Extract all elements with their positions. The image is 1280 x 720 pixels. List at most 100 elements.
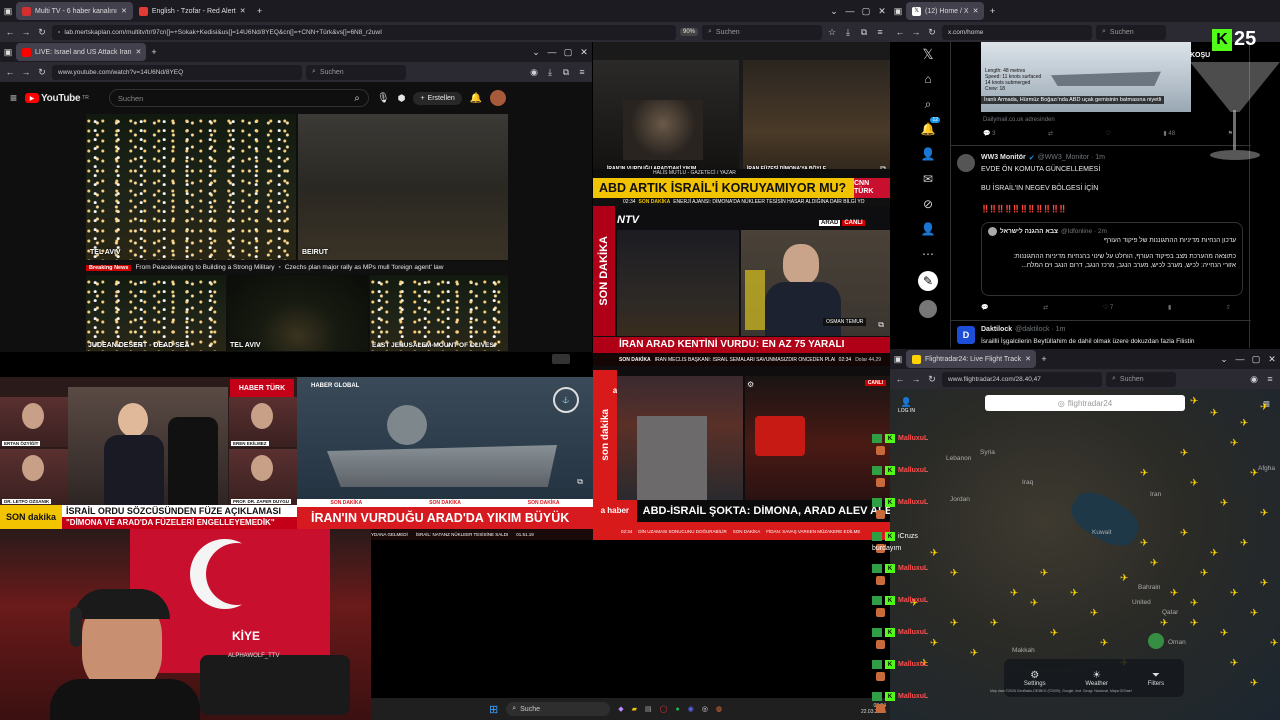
aircraft-icon[interactable]: ✈ — [1250, 609, 1258, 619]
pip-icon[interactable]: ⧉ — [577, 477, 583, 487]
more-icon[interactable]: ⋯ — [920, 246, 936, 262]
hamburger-icon[interactable]: ≡ — [10, 91, 17, 105]
miniplayer-icon[interactable] — [552, 354, 570, 364]
profile-icon[interactable]: 👤 — [920, 221, 936, 237]
aircraft-icon[interactable]: ✈ — [1180, 449, 1188, 459]
aircraft-icon[interactable]: ✈ — [1260, 509, 1268, 519]
aircraft-icon[interactable]: ✈ — [1140, 539, 1148, 549]
teams-icon[interactable]: ◆ — [618, 705, 623, 713]
url-bar[interactable]: www.youtube.com/watch?v=14U6Nd/8YEQ — [52, 64, 302, 80]
search-input[interactable]: ⌕ Suchen — [702, 24, 822, 40]
discord-icon[interactable]: ◉ — [688, 705, 694, 713]
spotify-icon[interactable]: ● — [675, 706, 679, 713]
close-icon[interactable]: ✕ — [1025, 355, 1031, 363]
messages-icon[interactable]: ✉ — [920, 171, 936, 187]
aircraft-icon[interactable]: ✈ — [990, 619, 998, 629]
explore-icon[interactable]: ⌕ — [920, 96, 936, 112]
quote-tweet[interactable]: צבא ההגנה לישראל @Idfonline · 2m עדכון הנ… — [981, 222, 1243, 296]
reload-icon[interactable]: ↻ — [926, 373, 938, 385]
repost-icon[interactable]: ⇄ — [1048, 130, 1053, 137]
like-icon[interactable]: ♡ — [1106, 130, 1111, 137]
aircraft-icon[interactable]: ✈ — [1160, 619, 1168, 629]
aircraft-icon[interactable]: ✈ — [1010, 589, 1018, 599]
reply-icon[interactable]: 💬 — [981, 304, 988, 311]
extensions-icon[interactable]: ⧉ — [560, 66, 572, 78]
chat-username[interactable]: MalluxuL — [898, 661, 928, 668]
aircraft-icon[interactable]: ✈ — [1190, 599, 1198, 609]
tab-multitv[interactable]: Multi TV - 6 haber kanalını ✕ — [16, 2, 133, 20]
aircraft-icon[interactable]: ✈ — [1200, 569, 1208, 579]
bookmark-icon[interactable]: ☆ — [826, 26, 838, 38]
login-button[interactable]: 👤 LOG IN — [898, 397, 915, 414]
home-icon[interactable]: ⌂ — [920, 71, 936, 87]
aircraft-icon[interactable]: ✈ — [930, 639, 938, 649]
back-icon[interactable]: ← — [4, 66, 16, 78]
close-window-button[interactable]: ✕ — [576, 44, 592, 60]
aircraft-icon[interactable]: ✈ — [1100, 639, 1108, 649]
aircraft-icon[interactable]: ✈ — [1150, 559, 1158, 569]
weather-button[interactable]: ☀ Weather — [1085, 670, 1108, 687]
chat-username[interactable]: MalluxuL — [898, 693, 928, 700]
aircraft-icon[interactable]: ✈ — [1140, 469, 1148, 479]
avatar[interactable] — [490, 90, 507, 106]
chat-username[interactable]: iCruzs — [898, 533, 918, 540]
tab-list-icon[interactable]: ▣ — [890, 3, 906, 19]
post2-author[interactable]: WW3 Monitör — [981, 154, 1026, 162]
search-icon[interactable]: ⌕ — [354, 93, 360, 104]
firefox-icon[interactable]: ◍ — [716, 705, 722, 713]
chevron-down-icon[interactable]: ⌄ — [528, 44, 544, 60]
aircraft-icon[interactable]: ✈ — [1210, 549, 1218, 559]
reply-action[interactable]: 💬 3 — [983, 130, 996, 137]
forward-icon[interactable]: → — [910, 26, 922, 38]
minimize-button[interactable]: — — [842, 3, 858, 19]
close-icon[interactable]: ✕ — [973, 7, 979, 15]
account-icon[interactable]: ◉ — [528, 66, 540, 78]
chat-username[interactable]: MalluxuL — [898, 597, 928, 604]
tab-list-icon[interactable]: ▣ — [0, 3, 16, 19]
pip-icon[interactable]: ⧉ — [878, 320, 884, 330]
settings-button[interactable]: ⚙ Settings — [1024, 670, 1046, 687]
reload-icon[interactable]: ↻ — [926, 26, 938, 38]
views-action[interactable]: ▮ 48 — [1163, 130, 1175, 137]
menu-icon[interactable]: ≡ — [1264, 373, 1276, 385]
bell-icon[interactable]: 🔔 — [470, 93, 482, 104]
filters-button[interactable]: ⏷ Filters — [1148, 670, 1164, 687]
forward-icon[interactable]: → — [910, 373, 922, 385]
aircraft-icon[interactable]: ✈ — [1190, 479, 1198, 489]
url-bar[interactable]: ▫ lab.mertskaplan.com/multitv/tr/97cn[]=+… — [52, 24, 676, 40]
notifications-icon[interactable]: 🔔 12 — [920, 117, 940, 137]
repost-icon[interactable]: ⇄ — [1043, 304, 1048, 311]
minimize-button[interactable]: — — [544, 44, 560, 60]
close-icon[interactable]: ✕ — [136, 48, 142, 56]
chat-username[interactable]: MalluxuL — [898, 467, 928, 474]
download-icon[interactable]: ⤓ — [842, 26, 854, 38]
aircraft-icon[interactable]: ✈ — [1270, 639, 1278, 649]
opera-icon[interactable]: ◯ — [660, 705, 668, 713]
forward-icon[interactable]: → — [20, 26, 32, 38]
aircraft-icon[interactable]: ✈ — [930, 549, 938, 559]
grok-icon[interactable]: ⊘ — [920, 196, 936, 212]
aircraft-icon[interactable]: ✈ — [1240, 419, 1248, 429]
maximize-button[interactable]: ▢ — [1248, 351, 1264, 367]
aircraft-icon[interactable]: ✈ — [950, 569, 958, 579]
yt-search-input[interactable]: Suchen ⌕ — [108, 89, 369, 107]
chat-username[interactable]: MalluxuL — [898, 565, 928, 572]
post1-source[interactable]: Dailymail.co.uk adresinden — [983, 117, 1055, 123]
aircraft-icon[interactable]: ✈ — [1210, 409, 1218, 419]
fr24-search[interactable]: ◎ flightradar24 — [985, 395, 1185, 411]
back-icon[interactable]: ← — [4, 26, 16, 38]
folder-icon[interactable]: ▰ — [632, 705, 637, 713]
aircraft-icon[interactable]: ✈ — [1030, 599, 1038, 609]
new-tab-button[interactable]: + — [984, 3, 1000, 19]
settings-icon[interactable]: ⚙ — [747, 380, 754, 389]
steam-icon[interactable]: ◎ — [702, 705, 708, 713]
tab-fr24[interactable]: Flightradar24: Live Flight Track ✕ — [906, 350, 1036, 368]
ww3-avatar[interactable] — [957, 154, 975, 172]
post-button[interactable]: ✎ — [918, 271, 938, 291]
aircraft-icon[interactable]: ✈ — [1230, 589, 1238, 599]
search-input[interactable]: ⌕ Suchen — [1106, 371, 1176, 387]
mic-icon[interactable]: 🎙 — [377, 93, 390, 104]
chat-username[interactable]: MalluxuL — [898, 499, 928, 506]
zoom-badge[interactable]: 90% — [679, 28, 698, 36]
tab-tzofar[interactable]: English - Tzofar - Red Alert ✕ — [133, 2, 252, 20]
